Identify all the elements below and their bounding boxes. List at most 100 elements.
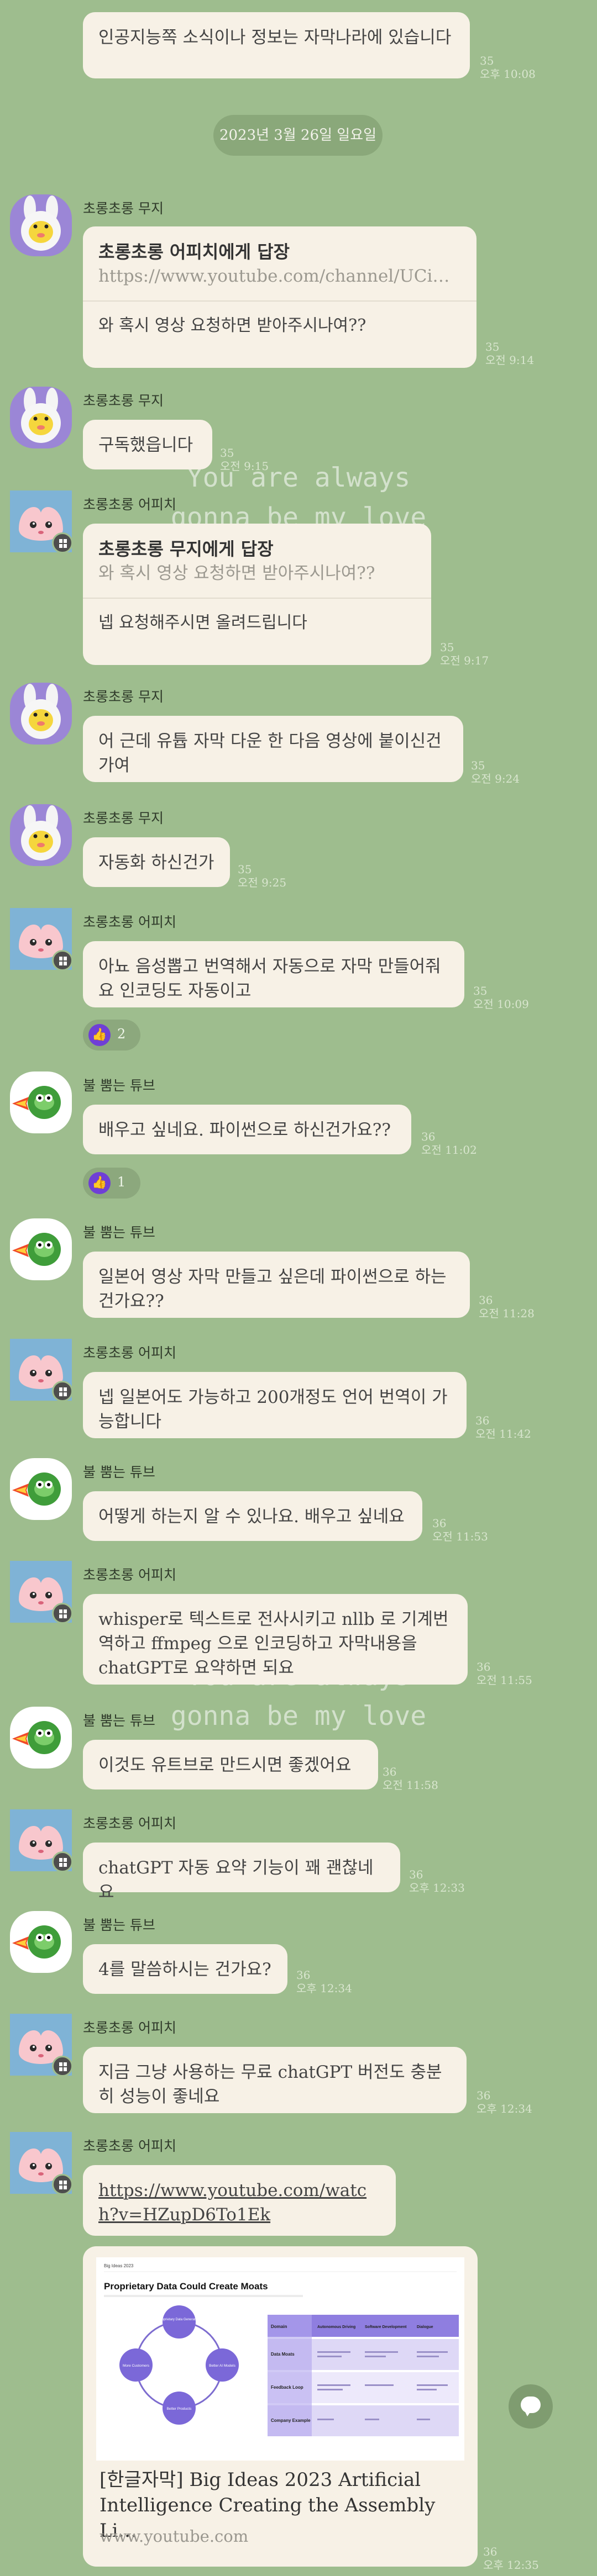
message-time: 오전 11:02 [421, 1143, 477, 1157]
unread-count: 35 [471, 759, 485, 772]
message-bubble[interactable]: 지금 그냥 사용하는 무료 chatGPT 버전도 충분히 성능이 좋네요 [83, 2047, 467, 2113]
message-time: 오전 11:53 [432, 1530, 488, 1543]
message-bubble[interactable]: 넵 일본어도 가능하고 200개정도 언어 번역이 가능합니다 [83, 1372, 467, 1438]
grid-icon [52, 950, 73, 971]
avatar[interactable] [10, 194, 72, 256]
message-bubble[interactable]: 이것도 유트브로 만드시면 좋겠어요 [83, 1740, 378, 1790]
message-bubble[interactable]: 인공지능쪽 소식이나 정보는 자막나라에 있습니다 [83, 12, 470, 78]
message-time: 오전 9:15 [220, 460, 269, 473]
cycle-label: Better Products [167, 2407, 192, 2411]
message-text: 어 근데 유튭 자막 다운 한 다음 영상에 붙이신건가여 [98, 731, 442, 775]
grid-icon [52, 1851, 73, 1872]
message-bubble[interactable]: chatGPT 자동 요약 기능이 꽤 괜찮네요 [83, 1843, 400, 1902]
avatar[interactable] [10, 2014, 73, 2077]
reaction-count: 1 [117, 1174, 126, 1190]
message-meta: 35 오후 10:08 [480, 54, 536, 81]
message-time: 오전 9:25 [238, 876, 287, 889]
message-text: 배우고 싶네요. 파이썬으로 하신건가요?? [98, 1120, 391, 1140]
message-bubble[interactable]: https://www.youtube.com/watch?v=HZupD6To… [83, 2165, 396, 2236]
avatar[interactable] [10, 1458, 72, 1520]
avatar[interactable] [10, 1339, 73, 1402]
avatar[interactable] [10, 683, 72, 745]
grid-icon [52, 2056, 73, 2077]
message-text: 인공지능쪽 소식이나 정보는 자막나라에 있습니다 [98, 28, 452, 47]
message-bubble[interactable]: whisper로 텍스트로 전사시키고 nllb 로 기계번역하고 ffmpeg… [83, 1594, 468, 1685]
message-time: 오후 12:35 [483, 2558, 539, 2572]
date-divider: 2023년 3월 26일 일요일 [213, 115, 383, 156]
avatar[interactable] [10, 908, 73, 971]
reply-preview[interactable]: 와 혹시 영상 요청하면 받아주시나여?? [98, 561, 416, 585]
table-header: Software Development [365, 2325, 407, 2329]
unread-count: 35 [480, 54, 494, 67]
message-time: 오전 10:09 [473, 997, 529, 1011]
message-text: 지금 그냥 사용하는 무료 chatGPT 버전도 충분히 성능이 좋네요 [98, 2062, 442, 2107]
table-header: Domain [271, 2324, 287, 2329]
link-preview-card[interactable]: Big Ideas 2023 Proprietary Data Could Cr… [83, 2246, 478, 2567]
unread-count: 36 [432, 1517, 447, 1530]
reply-preview[interactable]: https://www.youtube.com/channel/UCi… [98, 264, 461, 288]
avatar[interactable] [10, 1218, 72, 1280]
reply-bubble[interactable]: 초롱초롱 무지에게 답장 와 혹시 영상 요청하면 받아주시나여?? 넵 요청해… [83, 524, 431, 665]
message-time: 오후 12:34 [296, 1982, 352, 1995]
avatar[interactable] [10, 1809, 73, 1872]
message-text: 일본어 영상 자막 만들고 싶은데 파이썬으로 하는 건가요?? [98, 1267, 447, 1311]
unread-count: 35 [238, 863, 252, 876]
table-row-label: Data Moats [271, 2352, 295, 2357]
avatar[interactable] [10, 387, 72, 448]
message-meta: 36 오전 11:53 [432, 1517, 488, 1543]
message-bubble[interactable]: 어 근데 유튭 자막 다운 한 다음 영상에 붙이신건가여 [83, 716, 463, 782]
message-text: whisper로 텍스트로 전사시키고 nllb 로 기계번역하고 ffmpeg… [98, 1609, 449, 1678]
youtube-link[interactable]: https://www.youtube.com/watch?v=HZupD6To… [98, 2181, 366, 2225]
unread-count: 35 [473, 984, 488, 997]
message-bubble[interactable]: 일본어 영상 자막 만들고 싶은데 파이썬으로 하는 건가요?? [83, 1252, 470, 1318]
message-text: 4를 말씀하시는 건가요? [98, 1960, 271, 1979]
chat-bubble-icon[interactable] [509, 2384, 553, 2429]
message-bubble[interactable]: 구독했읍니다 [83, 420, 212, 469]
cycle-node [163, 2305, 196, 2339]
unread-count: 36 [476, 1660, 491, 1674]
unread-count: 35 [440, 641, 454, 654]
message-meta: 35 오전 9:17 [440, 641, 489, 667]
message-meta: 36 오후 12:33 [409, 1868, 465, 1894]
avatar[interactable] [10, 1707, 72, 1769]
avatar[interactable] [10, 804, 72, 866]
message-bubble[interactable]: 어떻게 하는지 알 수 있나요. 배우고 싶네요 [83, 1491, 422, 1541]
avatar[interactable] [10, 1071, 72, 1133]
message-time: 오전 11:28 [479, 1307, 535, 1320]
message-meta: 36 오후 12:34 [476, 2089, 532, 2115]
reply-bubble[interactable]: 초롱초롱 어피치에게 답장 https://www.youtube.com/ch… [83, 226, 476, 368]
message-meta: 35 오전 9:25 [238, 863, 286, 889]
avatar[interactable] [10, 1911, 72, 1973]
message-meta: 36 오전 11:55 [476, 1660, 532, 1687]
message-bubble[interactable]: 자동화 하신건가 [83, 837, 230, 887]
unread-count: 35 [220, 446, 234, 460]
message-bubble[interactable]: 아뇨 음성뽑고 번역해서 자동으로 자막 만들어줘요 인코딩도 자동이고 [83, 941, 464, 1007]
sender-name: 불 뿜는 튜브 [83, 1078, 155, 1094]
message-time: 오전 11:58 [383, 1778, 438, 1792]
message-text: 어떻게 하는지 알 수 있나요. 배우고 싶네요 [98, 1507, 405, 1527]
sender-name: 불 뿜는 튜브 [83, 1917, 155, 1933]
reply-title: 초롱초롱 무지에게 답장 [98, 539, 274, 559]
avatar[interactable] [10, 1561, 73, 1624]
message-text: 아뇨 음성뽑고 번역해서 자동으로 자막 만들어줘요 인코딩도 자동이고 [98, 957, 441, 1001]
avatar[interactable] [10, 2132, 73, 2195]
sender-name: 초롱초롱 무지 [83, 810, 164, 826]
thumb-header-left: Big Ideas 2023 [104, 2263, 134, 2268]
message-time: 오후 12:33 [409, 1881, 465, 1894]
message-bubble[interactable]: 배우고 싶네요. 파이썬으로 하신건가요?? [83, 1105, 411, 1154]
sender-name: 초롱초롱 어피치 [83, 1567, 176, 1583]
message-meta: 36 오후 12:35 [483, 2545, 539, 2572]
message-time: 오전 11:55 [476, 1674, 532, 1687]
video-thumbnail[interactable]: Big Ideas 2023 Proprietary Data Could Cr… [96, 2257, 464, 2461]
message-bubble[interactable]: 4를 말씀하시는 건가요? [83, 1944, 287, 1994]
cycle-label: More Customers [123, 2364, 150, 2368]
sender-name: 초롱초롱 어피치 [83, 1345, 176, 1361]
reaction-chip[interactable]: 👍 1 [83, 1168, 140, 1199]
cycle-label: Proprietary Data Generation [158, 2318, 200, 2321]
avatar[interactable] [10, 490, 73, 553]
reaction-chip[interactable]: 👍 2 [83, 1020, 140, 1051]
sender-name: 초롱초롱 무지 [83, 393, 164, 409]
message-time: 오후 10:08 [480, 67, 536, 81]
thumb-title: Proprietary Data Could Create Moats [104, 2281, 268, 2292]
unread-count: 35 [485, 340, 500, 353]
